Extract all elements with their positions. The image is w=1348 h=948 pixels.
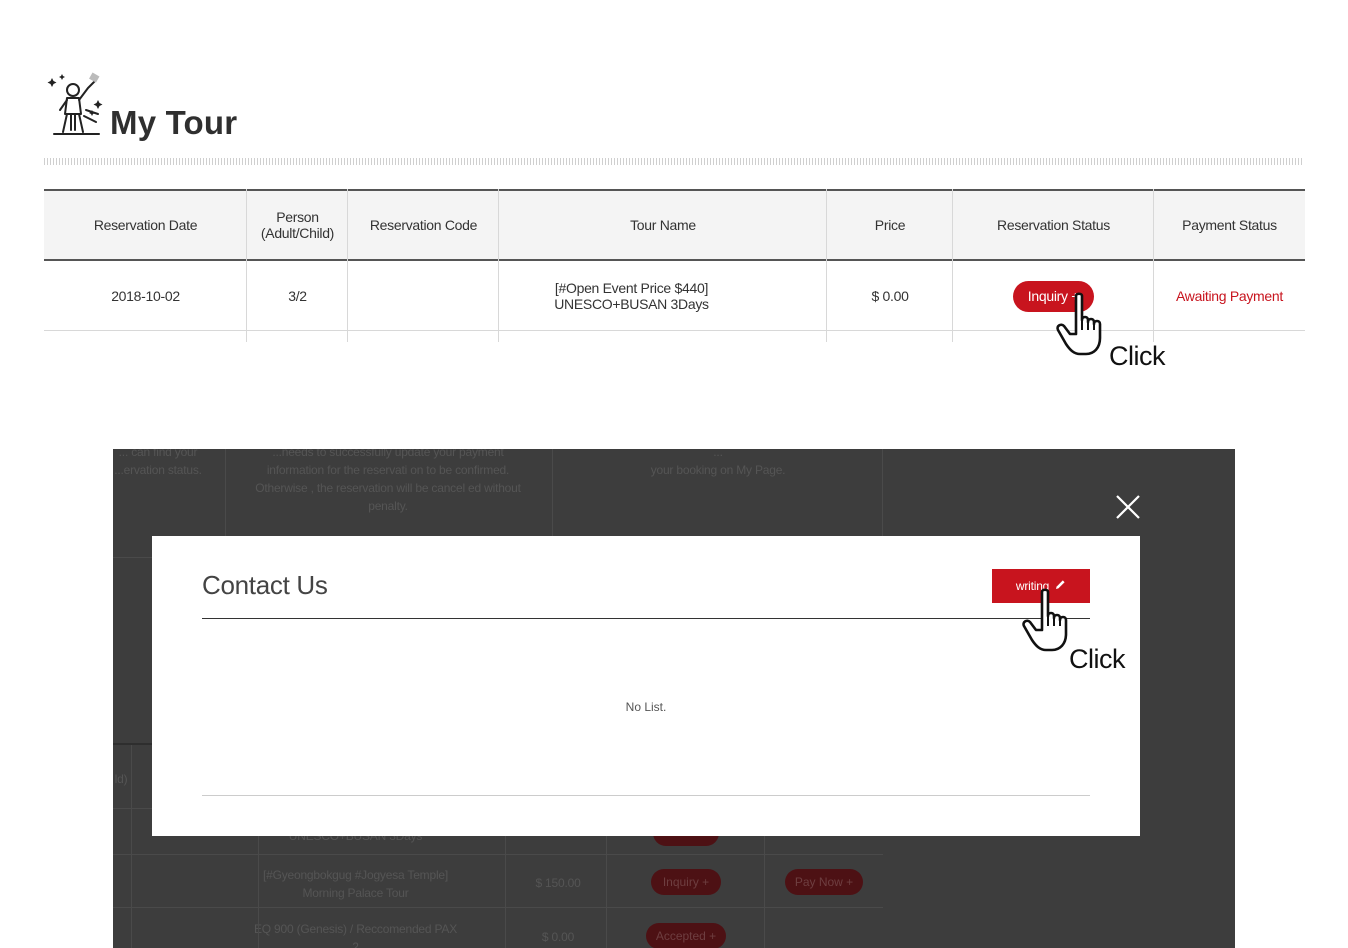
bg-text: EQ 900 (Genesis) / Reccomended PAX 2 xyxy=(253,922,458,948)
col-reservation-code: Reservation Code xyxy=(369,217,478,233)
table-header: Reservation Date Person (Adult/Child) Re… xyxy=(44,189,1305,261)
click-annotation: Click xyxy=(1069,644,1126,674)
bg-text: ld) xyxy=(114,772,128,786)
cell-date: 2018-10-02 xyxy=(111,288,180,304)
col-person: Person (Adult/Child) xyxy=(260,209,335,241)
col-payment-status: Payment Status xyxy=(1182,217,1277,233)
bg-button: Pay Now + xyxy=(785,869,863,895)
bg-button: Inquiry + xyxy=(651,869,721,895)
close-icon[interactable] xyxy=(1114,493,1142,521)
col-reservation-date: Reservation Date xyxy=(93,217,198,233)
cell-code xyxy=(348,261,499,331)
cell-tour-name[interactable]: [#Open Event Price $440] UNESCO+BUSAN 3D… xyxy=(499,261,764,331)
hand-pointer-icon xyxy=(1020,588,1076,652)
bg-text: $ 0.00 xyxy=(541,930,575,944)
page-title: My Tour xyxy=(110,104,238,141)
bg-text: ...needs to successfully update your pay… xyxy=(255,449,521,513)
empty-list-message: No List. xyxy=(625,700,667,714)
col-reservation-status: Reservation Status xyxy=(997,217,1110,233)
cell-person: 3/2 xyxy=(288,288,307,304)
traveler-icon xyxy=(44,70,106,140)
bg-text: ... your booking on My Page. xyxy=(650,449,786,477)
bg-button: Accepted + xyxy=(646,923,726,948)
table-row: 2018-10-02 3/2 [#Open Event Price $440] … xyxy=(44,261,1305,331)
modal-bottom-divider xyxy=(202,795,1090,796)
contact-us-modal: Contact Us writing No List. xyxy=(152,536,1140,836)
bg-text: [#Gyeongbokgug #Jogyesa Temple] Morning … xyxy=(262,868,449,900)
cell-payment-status: Awaiting Payment xyxy=(1175,288,1283,304)
col-tour-name: Tour Name xyxy=(630,217,696,233)
bg-text: $ 150.00 xyxy=(535,876,581,890)
click-annotation: Click xyxy=(1109,341,1166,371)
modal-title: Contact Us xyxy=(202,570,328,600)
hand-pointer-icon xyxy=(1054,292,1110,356)
bg-text: ... can find your ...ervation status. xyxy=(114,449,202,477)
title-divider xyxy=(44,158,1304,165)
col-price: Price xyxy=(874,217,906,233)
cell-price: $ 0.00 xyxy=(871,288,909,304)
modal-divider xyxy=(202,618,1090,619)
